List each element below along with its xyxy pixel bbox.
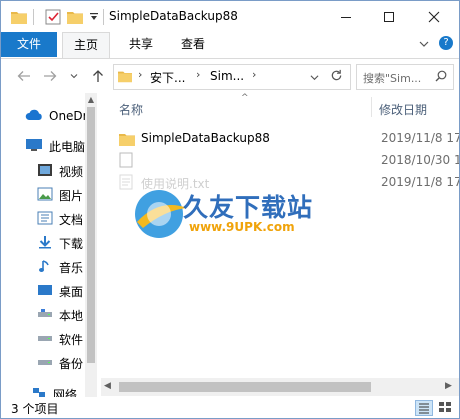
file-row[interactable]: SimpleDataBackup88 2019/11/8 17: <box>101 128 459 150</box>
file-date: 2018/10/30 1 <box>381 153 459 167</box>
navigation-pane-scrollbar[interactable]: ▲ <box>85 93 97 397</box>
close-button[interactable] <box>415 1 453 32</box>
scrollbar-thumb[interactable] <box>87 107 95 363</box>
nav-item-label: 此电脑 <box>49 139 86 154</box>
help-icon[interactable]: ? <box>439 36 453 50</box>
file-icon <box>119 152 133 171</box>
ribbon-expand-icon[interactable] <box>419 38 429 52</box>
scroll-left-icon[interactable]: ◀ <box>104 381 111 391</box>
breadcrumb-2[interactable]: Sim... <box>210 69 244 83</box>
minimize-button[interactable] <box>327 1 365 32</box>
drive-icon <box>37 331 53 348</box>
nav-item-label: 软件 <box>59 332 84 347</box>
music-icon <box>37 259 53 276</box>
search-placeholder: 搜索"Sim... <box>363 72 422 85</box>
network-icon <box>31 386 47 398</box>
properties-icon[interactable] <box>45 8 61 26</box>
nav-item-label: 网络 <box>53 387 78 398</box>
document-icon <box>37 211 53 228</box>
item-count: 3 个项目 <box>11 402 59 416</box>
search-icon <box>435 70 447 85</box>
logo-mark-icon <box>135 190 187 238</box>
watermark-brand: 久友下载站 <box>183 193 314 222</box>
computer-icon <box>25 138 43 155</box>
nav-item-label: 下载 <box>59 236 84 251</box>
maximize-icon <box>384 11 394 22</box>
desktop-icon <box>37 283 53 300</box>
folder-icon <box>119 132 135 149</box>
title-separator <box>103 9 104 25</box>
tab-home[interactable]: 主页 <box>62 32 110 58</box>
drive-icon <box>37 307 53 324</box>
back-icon[interactable] <box>15 67 33 85</box>
up-icon[interactable] <box>89 67 107 85</box>
close-icon <box>428 11 440 22</box>
tab-view[interactable]: 查看 <box>171 32 215 57</box>
nav-item-label: 音乐 <box>59 260 84 275</box>
nav-item-label: 文档 <box>59 212 84 227</box>
nav-item-label: 桌面 <box>59 284 84 299</box>
file-name: SimpleDataBackup88 <box>141 131 270 145</box>
navigation-pane: OneDrive 此电脑 视频 图片 文档 下载 音乐 桌面 <box>1 93 97 397</box>
address-bar[interactable]: › 安下... › Sim... › <box>113 64 351 90</box>
recent-locations-icon[interactable] <box>65 67 83 85</box>
forward-icon[interactable] <box>41 67 59 85</box>
explorer-window: SimpleDataBackup88 文件 主页 共享 查看 ? › 安下...… <box>0 0 460 419</box>
status-bar: 3 个项目 <box>1 397 459 418</box>
customize-toolbar-icon[interactable] <box>89 8 99 26</box>
nav-item-label: 备份 <box>59 356 84 371</box>
chevron-right-icon: › <box>252 68 257 81</box>
scroll-right-icon[interactable]: ▶ <box>445 381 452 391</box>
refresh-icon[interactable] <box>330 69 343 85</box>
search-input[interactable]: 搜索"Sim... <box>356 64 454 90</box>
chevron-right-icon: › <box>138 68 143 81</box>
cloud-icon <box>25 109 43 124</box>
scroll-up-icon[interactable]: ▲ <box>85 95 97 105</box>
folder-icon <box>118 69 132 86</box>
folder-icon <box>11 8 27 26</box>
column-divider <box>371 97 372 117</box>
maximize-button[interactable] <box>370 1 408 32</box>
navigation-bar: › 安下... › Sim... › 搜索"Sim... <box>1 59 459 93</box>
nav-item-label: 图片 <box>59 188 84 203</box>
pictures-icon <box>37 187 53 204</box>
watermark-logo: 久友下载站 www.9UPK.com <box>131 186 341 242</box>
window-title: SimpleDataBackup88 <box>109 9 238 23</box>
address-dropdown-icon[interactable] <box>310 71 319 85</box>
horizontal-scrollbar[interactable]: ◀ ▶ <box>101 378 459 396</box>
nav-item-label: 本地 <box>59 308 84 323</box>
nav-item-label: 视频 <box>59 164 84 179</box>
scrollbar-thumb[interactable] <box>119 382 371 392</box>
title-bar: SimpleDataBackup88 <box>1 1 459 32</box>
new-folder-icon[interactable] <box>67 8 83 26</box>
column-header-name[interactable]: 名称 <box>119 101 143 118</box>
download-icon <box>37 235 53 252</box>
file-date: 2019/11/8 17: <box>381 131 459 145</box>
watermark-url: www.9UPK.com <box>189 220 295 234</box>
details-view-icon[interactable] <box>415 400 433 416</box>
title-separator <box>33 9 34 25</box>
tab-share[interactable]: 共享 <box>119 32 163 57</box>
ribbon-tabs: 文件 主页 共享 查看 ? <box>1 32 459 59</box>
chevron-right-icon: › <box>196 68 201 81</box>
large-icons-view-icon[interactable] <box>437 400 453 414</box>
breadcrumb-1[interactable]: 安下... <box>150 69 185 86</box>
drive-icon <box>37 355 53 372</box>
video-icon <box>37 163 53 180</box>
file-row[interactable]: 2018/10/30 1 <box>101 150 459 172</box>
sort-ascending-icon: ^ <box>241 93 249 103</box>
column-header-date[interactable]: 修改日期 <box>379 101 427 118</box>
minimize-icon <box>341 16 351 18</box>
tab-file[interactable]: 文件 <box>1 32 57 57</box>
file-date: 2019/11/8 17: <box>381 175 459 189</box>
